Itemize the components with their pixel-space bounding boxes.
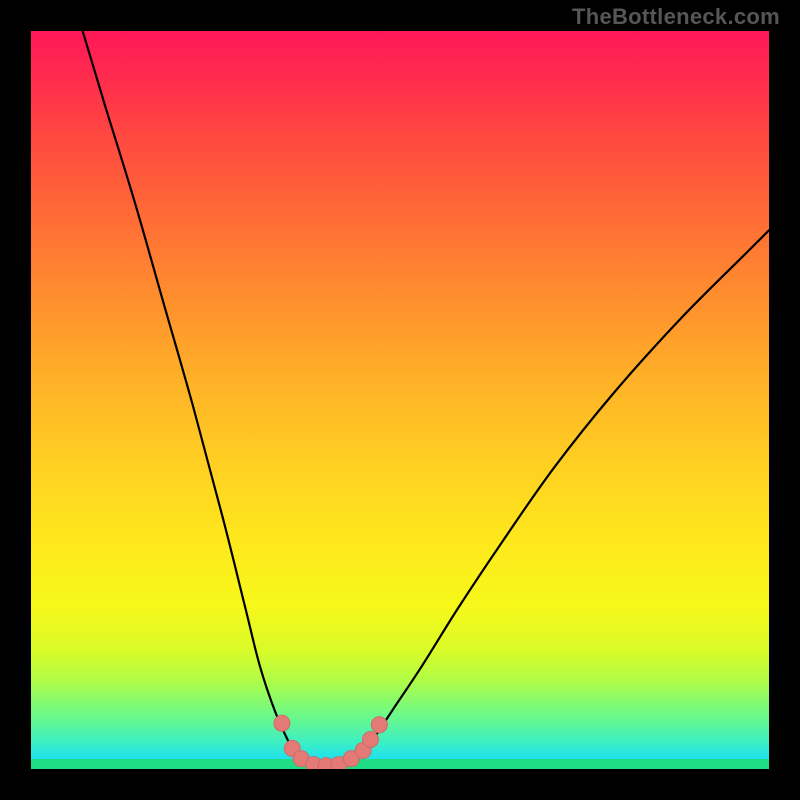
- watermark-text: TheBottleneck.com: [572, 4, 780, 30]
- valley-markers: [274, 715, 387, 769]
- bottleneck-curve: [83, 31, 769, 768]
- marker-dot: [274, 715, 290, 731]
- marker-dot: [362, 731, 378, 747]
- marker-dot: [371, 717, 387, 733]
- curve-layer: [31, 31, 769, 769]
- plot-area: [31, 31, 769, 769]
- frame: TheBottleneck.com: [0, 0, 800, 800]
